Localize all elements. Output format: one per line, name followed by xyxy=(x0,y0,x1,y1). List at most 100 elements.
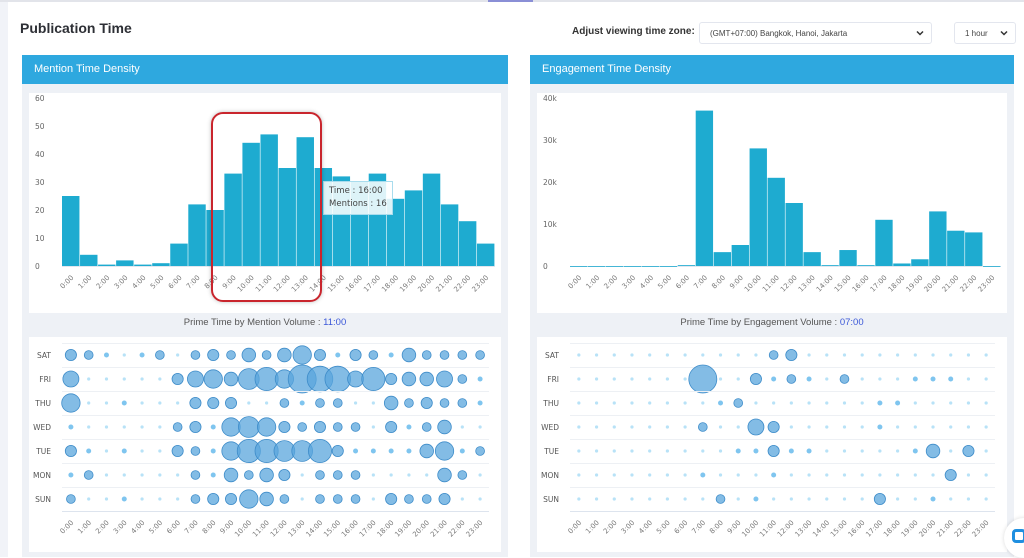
bubble xyxy=(122,377,126,381)
x-tick-label: 19:00 xyxy=(398,274,418,294)
x-tick-label: 2:00 xyxy=(94,519,111,536)
bubble xyxy=(754,401,758,405)
bubble xyxy=(171,445,184,458)
bubble xyxy=(736,353,740,357)
bubble xyxy=(478,473,482,477)
bubble xyxy=(389,473,393,477)
bubble xyxy=(347,370,364,388)
bubble xyxy=(299,400,305,406)
bubble xyxy=(406,448,412,454)
day-label: THU xyxy=(542,399,559,408)
x-tick-label: 6:00 xyxy=(673,519,690,536)
timezone-select[interactable]: (GMT+07:00) Bangkok, Hanoi, Jakarta xyxy=(699,22,932,44)
bubble xyxy=(767,445,780,458)
bubble xyxy=(767,421,780,434)
bubble xyxy=(896,497,900,501)
bubble xyxy=(104,377,109,381)
y-tick-label: 10k xyxy=(543,220,558,229)
bubble xyxy=(350,494,361,504)
bubble xyxy=(648,497,652,501)
bubble xyxy=(612,401,616,405)
bubble xyxy=(189,397,202,410)
day-label: TUE xyxy=(35,447,51,456)
bubble xyxy=(807,497,811,501)
bubble xyxy=(612,449,616,453)
engagement-bubble-svg: SAT FRI THU WED TUE MON SUN 0:00 1:00 2:00 3:00 4:0… xyxy=(541,343,995,539)
x-tick-label: 19:00 xyxy=(393,519,413,539)
bubble xyxy=(439,350,450,360)
x-tick-label: 17:00 xyxy=(864,519,884,539)
bubble xyxy=(873,492,886,505)
bubble xyxy=(176,401,180,405)
bubble xyxy=(261,350,272,360)
x-tick-label: 14:00 xyxy=(811,519,831,539)
bubble xyxy=(665,401,669,405)
bubble xyxy=(701,401,705,405)
day-label: FRI xyxy=(547,375,559,384)
x-tick-label: 15:00 xyxy=(829,519,849,539)
bubble xyxy=(749,373,762,386)
bubble xyxy=(238,416,260,438)
bar xyxy=(440,204,459,266)
bubble xyxy=(353,401,358,405)
engagement-bar-chart: 0 10k 20k 30k 40k 0:00 1:00 2:00 3:00 4:00 5:00 6:0… xyxy=(537,93,1007,313)
bubble xyxy=(966,401,971,405)
bubble xyxy=(966,497,971,501)
day-label: TUE xyxy=(543,447,559,456)
bubble xyxy=(577,401,581,405)
x-tick-label: 4:00 xyxy=(638,274,655,291)
bubble xyxy=(292,345,312,365)
chat-icon xyxy=(1012,529,1024,543)
bubble xyxy=(665,425,669,429)
interval-select[interactable]: 1 hour xyxy=(954,22,1016,44)
bubble xyxy=(210,424,216,430)
bubble xyxy=(350,422,361,432)
y-tick-label: 30 xyxy=(35,178,45,187)
bubble xyxy=(878,449,882,453)
top-tab-bar xyxy=(0,0,1024,2)
left-edge-strip xyxy=(0,0,8,557)
bubble xyxy=(594,497,599,501)
bubble xyxy=(688,364,718,394)
bar xyxy=(677,265,696,266)
bubble xyxy=(683,425,687,429)
bubble xyxy=(878,473,882,477)
bubble xyxy=(140,401,144,405)
bar xyxy=(605,266,624,267)
bubble xyxy=(612,353,616,357)
bubble xyxy=(966,425,971,429)
bubble xyxy=(332,470,343,480)
bubble xyxy=(807,425,811,429)
bubble xyxy=(383,395,399,411)
y-tick-label: 40k xyxy=(543,94,558,103)
bubble xyxy=(122,353,126,357)
bubble xyxy=(315,470,325,480)
bubble xyxy=(825,497,829,501)
x-tick-label: 18:00 xyxy=(380,274,400,294)
bubble xyxy=(931,401,935,405)
bubble xyxy=(984,401,988,405)
day-label: MON xyxy=(33,471,51,480)
bubble xyxy=(735,448,741,454)
bubble xyxy=(789,497,793,501)
x-tick-label: 22:00 xyxy=(953,519,973,539)
x-tick-label: 15:00 xyxy=(833,274,853,294)
page-title: Publication Time xyxy=(20,20,132,36)
bubble xyxy=(825,449,829,453)
bubble xyxy=(577,497,581,501)
bubble xyxy=(877,424,883,430)
bubble xyxy=(419,371,434,387)
bubble xyxy=(335,352,341,358)
bar xyxy=(839,250,857,266)
bubble xyxy=(277,347,292,363)
panel-header: Engagement Time Density xyxy=(530,55,1014,84)
bubble xyxy=(221,417,241,437)
bubble xyxy=(683,353,687,357)
x-tick-label: 19:00 xyxy=(905,274,925,294)
timezone-select-value: (GMT+07:00) Bangkok, Hanoi, Jakarta xyxy=(710,28,848,38)
bubble xyxy=(425,473,429,477)
y-tick-label: 60 xyxy=(35,94,45,103)
bubble xyxy=(913,425,917,429)
x-tick-label: 22:00 xyxy=(447,519,467,539)
bubble xyxy=(140,425,144,429)
